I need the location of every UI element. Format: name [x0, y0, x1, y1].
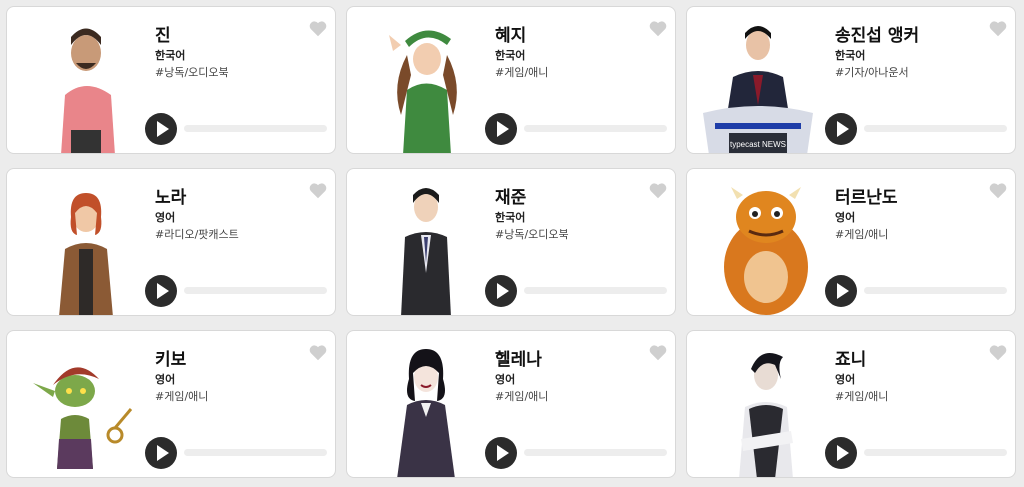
- heart-icon[interactable]: [989, 21, 1007, 37]
- voice-name: 터르난도: [835, 188, 898, 208]
- voice-card[interactable]: 터르난도 영어 #게임/애니: [686, 168, 1016, 316]
- voice-tag[interactable]: #게임/애니: [495, 388, 548, 404]
- voice-tag[interactable]: #게임/애니: [155, 388, 208, 404]
- voice-tag[interactable]: #라디오/팟캐스트: [155, 226, 239, 242]
- character-avatar: typecast NEWS: [695, 15, 821, 153]
- voice-language: 한국어: [835, 49, 866, 62]
- voice-language: 영어: [155, 373, 176, 386]
- voice-tag[interactable]: #게임/애니: [835, 388, 888, 404]
- voice-tag[interactable]: #기자/아나운서: [835, 64, 909, 80]
- voice-tag[interactable]: #게임/애니: [835, 226, 888, 242]
- audio-progress-bar[interactable]: [864, 125, 1007, 132]
- voice-name: 혜지: [495, 26, 527, 46]
- voice-name: 재준: [495, 188, 527, 208]
- voice-card[interactable]: 키보 영어 #게임/애니: [6, 330, 336, 478]
- audio-progress-bar[interactable]: [864, 449, 1007, 456]
- character-avatar: [711, 177, 821, 315]
- voice-card[interactable]: 재준 한국어 #낭독/오디오북: [346, 168, 676, 316]
- character-avatar: [31, 15, 141, 153]
- character-avatar: [31, 177, 141, 315]
- heart-icon[interactable]: [649, 21, 667, 37]
- play-icon[interactable]: [825, 437, 857, 469]
- play-icon[interactable]: [485, 113, 517, 145]
- voice-name: 노라: [155, 188, 187, 208]
- voice-grid: 진 한국어 #낭독/오디오북 혜지 한국어 #게임/애니 typecast NE…: [6, 6, 1016, 478]
- character-avatar: [371, 15, 481, 153]
- audio-progress-bar[interactable]: [524, 449, 667, 456]
- voice-card[interactable]: typecast NEWS 송진섭 앵커 한국어 #기자/아나운서: [686, 6, 1016, 154]
- audio-progress-bar[interactable]: [184, 125, 327, 132]
- voice-card[interactable]: 헬레나 영어 #게임/애니: [346, 330, 676, 478]
- character-avatar: [711, 339, 821, 477]
- voice-language: 영어: [495, 373, 516, 386]
- voice-name: 송진섭 앵커: [835, 26, 920, 46]
- voice-card[interactable]: 죠니 영어 #게임/애니: [686, 330, 1016, 478]
- news-desk-logo: typecast NEWS: [730, 140, 786, 149]
- voice-tag[interactable]: #낭독/오디오북: [155, 64, 229, 80]
- audio-progress-bar[interactable]: [524, 125, 667, 132]
- voice-language: 한국어: [155, 49, 186, 62]
- voice-language: 한국어: [495, 49, 526, 62]
- voice-name: 진: [155, 26, 171, 46]
- heart-icon[interactable]: [309, 183, 327, 199]
- character-avatar: [371, 177, 481, 315]
- audio-progress-bar[interactable]: [184, 287, 327, 294]
- heart-icon[interactable]: [989, 345, 1007, 361]
- heart-icon[interactable]: [989, 183, 1007, 199]
- voice-language: 영어: [835, 211, 856, 224]
- character-avatar: [371, 339, 481, 477]
- heart-icon[interactable]: [649, 183, 667, 199]
- character-avatar: [13, 339, 141, 477]
- voice-tag[interactable]: #낭독/오디오북: [495, 226, 569, 242]
- voice-name: 헬레나: [495, 350, 542, 370]
- voice-name: 죠니: [835, 350, 867, 370]
- audio-progress-bar[interactable]: [524, 287, 667, 294]
- voice-tag[interactable]: #게임/애니: [495, 64, 548, 80]
- voice-card[interactable]: 노라 영어 #라디오/팟캐스트: [6, 168, 336, 316]
- voice-language: 한국어: [495, 211, 526, 224]
- heart-icon[interactable]: [309, 345, 327, 361]
- play-icon[interactable]: [145, 275, 177, 307]
- audio-progress-bar[interactable]: [864, 287, 1007, 294]
- play-icon[interactable]: [145, 113, 177, 145]
- heart-icon[interactable]: [649, 345, 667, 361]
- play-icon[interactable]: [485, 437, 517, 469]
- voice-language: 영어: [835, 373, 856, 386]
- voice-name: 키보: [155, 350, 187, 370]
- audio-progress-bar[interactable]: [184, 449, 327, 456]
- voice-language: 영어: [155, 211, 176, 224]
- heart-icon[interactable]: [309, 21, 327, 37]
- voice-card[interactable]: 진 한국어 #낭독/오디오북: [6, 6, 336, 154]
- play-icon[interactable]: [825, 275, 857, 307]
- voice-card[interactable]: 혜지 한국어 #게임/애니: [346, 6, 676, 154]
- play-icon[interactable]: [485, 275, 517, 307]
- play-icon[interactable]: [145, 437, 177, 469]
- play-icon[interactable]: [825, 113, 857, 145]
